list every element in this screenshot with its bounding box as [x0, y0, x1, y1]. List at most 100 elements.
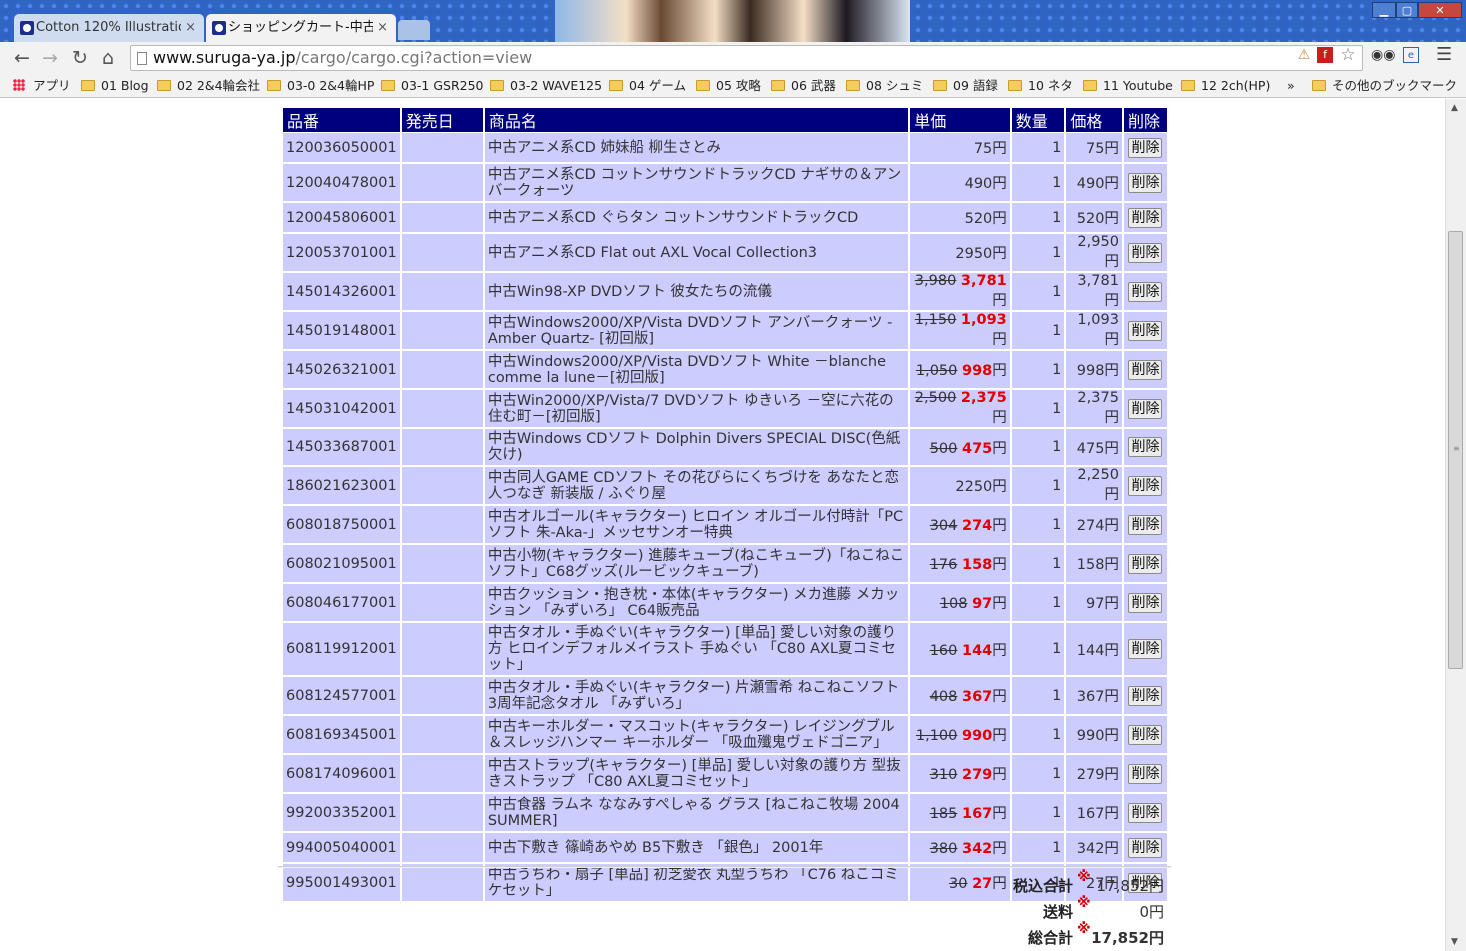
delete-button[interactable]: 削除: [1128, 437, 1163, 457]
delete-button[interactable]: 削除: [1128, 137, 1163, 158]
unit-price-value: 75: [973, 141, 993, 157]
maximize-button[interactable]: ▢: [1396, 2, 1418, 18]
extension-glasses-icon[interactable]: ◉◉: [1371, 47, 1395, 63]
line-price: 274円: [1066, 506, 1122, 545]
delete-button[interactable]: 削除: [1128, 763, 1163, 784]
vertical-scrollbar[interactable]: ▲ ≡ ▼: [1445, 99, 1466, 951]
minimize-button[interactable]: ▁: [1372, 2, 1396, 18]
cart-row: 608119912001 中古タオル・手ぬぐい(キャラクター) [単品] 愛しい対…: [283, 623, 1167, 677]
product-name: 中古アニメ系CD コットンサウンドトラックCD ナギサの＆アンバークォーツ: [484, 164, 909, 203]
delete-button[interactable]: 削除: [1128, 837, 1163, 858]
tab-close-icon[interactable]: ×: [377, 14, 388, 42]
unit-price: 408 367円: [910, 677, 1010, 716]
yen-unit: 円: [992, 141, 1007, 157]
shipping-value: 0円: [1139, 903, 1164, 921]
discount-price: 990: [962, 728, 993, 744]
tab-close-icon[interactable]: ×: [185, 14, 196, 42]
reload-icon[interactable]: ↻: [68, 46, 92, 70]
line-price: 2,250円: [1066, 467, 1122, 506]
bookmark-folder[interactable]: 04 ゲーム: [609, 74, 686, 98]
new-tab-button[interactable]: [398, 20, 430, 40]
scroll-down-arrow-icon[interactable]: ▼: [1451, 937, 1458, 947]
folder-icon: [81, 80, 95, 91]
delete-cell: 削除: [1123, 273, 1167, 312]
yen-unit: 円: [992, 363, 1007, 379]
bookmark-folder[interactable]: 03-2 WAVE125: [490, 74, 602, 98]
unit-price-value: 2950: [955, 246, 993, 262]
folder-icon: [933, 80, 947, 91]
delete-cell: 削除: [1123, 429, 1167, 467]
close-window-button[interactable]: ✕: [1418, 2, 1462, 18]
discount-price: 998: [962, 363, 993, 379]
bookmark-folder[interactable]: 03-0 2&4輪HP: [267, 74, 374, 98]
chrome-menu-icon[interactable]: ☰: [1436, 46, 1452, 64]
cart-row: 608021095001 中古小物(キャラクター) 進藤キューブ(ねこキューブ)「…: [283, 545, 1167, 584]
forward-arrow-icon[interactable]: →: [38, 46, 62, 70]
product-code: 608124577001: [283, 677, 400, 716]
yen-unit: 円: [992, 841, 1007, 857]
delete-button[interactable]: 削除: [1128, 320, 1163, 341]
original-price: 2,500: [914, 390, 957, 406]
bookmark-folder[interactable]: 01 Blog: [81, 74, 149, 98]
bookmark-folder[interactable]: 02 2&4輪会社: [157, 74, 260, 98]
unit-price: 185 167円: [910, 794, 1010, 833]
shipping-row: 送料 ※ 0円: [900, 895, 1170, 923]
bookmark-star-icon[interactable]: ☆: [1340, 47, 1356, 64]
release-date: [401, 429, 483, 467]
header-price: 価格: [1066, 108, 1122, 133]
delete-button[interactable]: 削除: [1128, 553, 1163, 574]
bookmark-folder[interactable]: 11 Youtube: [1083, 74, 1173, 98]
delete-button[interactable]: 削除: [1128, 475, 1163, 496]
bookmark-apps[interactable]: アプリ: [13, 74, 71, 98]
flash-plugin-icon[interactable]: f: [1317, 47, 1333, 63]
delete-button[interactable]: 削除: [1128, 207, 1163, 228]
bookmark-folder[interactable]: 10 ネタ: [1008, 74, 1073, 98]
theme-banner-image: [555, 0, 910, 42]
delete-button[interactable]: 削除: [1128, 592, 1163, 613]
home-icon[interactable]: ⌂: [96, 46, 120, 70]
delete-button[interactable]: 削除: [1128, 172, 1163, 193]
release-date: [401, 794, 483, 833]
original-price: 380: [929, 841, 958, 857]
bookmark-folder[interactable]: 08 シュミ: [846, 74, 923, 98]
header-unit-price: 単価: [910, 108, 1010, 133]
quantity: 1: [1011, 203, 1065, 234]
scrollbar-thumb[interactable]: ≡: [1448, 231, 1463, 669]
bookmark-folder[interactable]: 03-1 GSR250: [381, 74, 484, 98]
release-date: [401, 716, 483, 755]
product-code: 120040478001: [283, 164, 400, 203]
bookmark-folder[interactable]: 09 語録: [933, 74, 998, 98]
delete-button[interactable]: 削除: [1128, 398, 1163, 419]
tab-cotton-illustration[interactable]: Cotton 120% Illustratio ×: [14, 14, 204, 42]
delete-button[interactable]: 削除: [1128, 359, 1163, 380]
bookmark-folder[interactable]: 12 2ch(HP): [1181, 74, 1270, 98]
unit-price: 3,980 3,781 円: [910, 273, 1010, 312]
bookmark-folder[interactable]: 06 武器: [771, 74, 836, 98]
delete-button[interactable]: 削除: [1128, 639, 1163, 659]
delete-button[interactable]: 削除: [1128, 514, 1163, 535]
address-bar[interactable]: www.suruga-ya.jp/cargo/cargo.cgi?action=…: [130, 45, 1363, 71]
product-name: 中古アニメ系CD ぐらタン コットンサウンドトラックCD: [484, 203, 909, 234]
delete-button[interactable]: 削除: [1128, 281, 1163, 302]
extension-blocked-icon[interactable]: ⚠: [1296, 47, 1312, 63]
release-date: [401, 164, 483, 203]
folder-icon: [846, 80, 860, 91]
bookmark-folder[interactable]: 05 攻略: [696, 74, 761, 98]
other-bookmarks-folder[interactable]: その他のブックマーク: [1312, 74, 1457, 98]
delete-button[interactable]: 削除: [1128, 685, 1163, 706]
delete-button[interactable]: 削除: [1128, 242, 1163, 263]
delete-button[interactable]: 削除: [1128, 802, 1163, 823]
release-date: [401, 623, 483, 677]
original-price: 500: [929, 440, 958, 457]
quantity: 1: [1011, 429, 1065, 467]
delete-button[interactable]: 削除: [1128, 724, 1163, 745]
unit-price: 2950円: [910, 234, 1010, 273]
extension-ie-tab-icon[interactable]: e: [1403, 47, 1419, 63]
bookmarks-overflow-button[interactable]: »: [1287, 74, 1295, 98]
scroll-up-arrow-icon[interactable]: ▲: [1451, 103, 1458, 113]
quantity: 1: [1011, 623, 1065, 677]
tab-shopping-cart[interactable]: ショッピングカート-中古 ×: [206, 14, 396, 42]
release-date: [401, 390, 483, 429]
back-arrow-icon[interactable]: ←: [10, 46, 34, 70]
line-price: 1,093円: [1066, 312, 1122, 351]
